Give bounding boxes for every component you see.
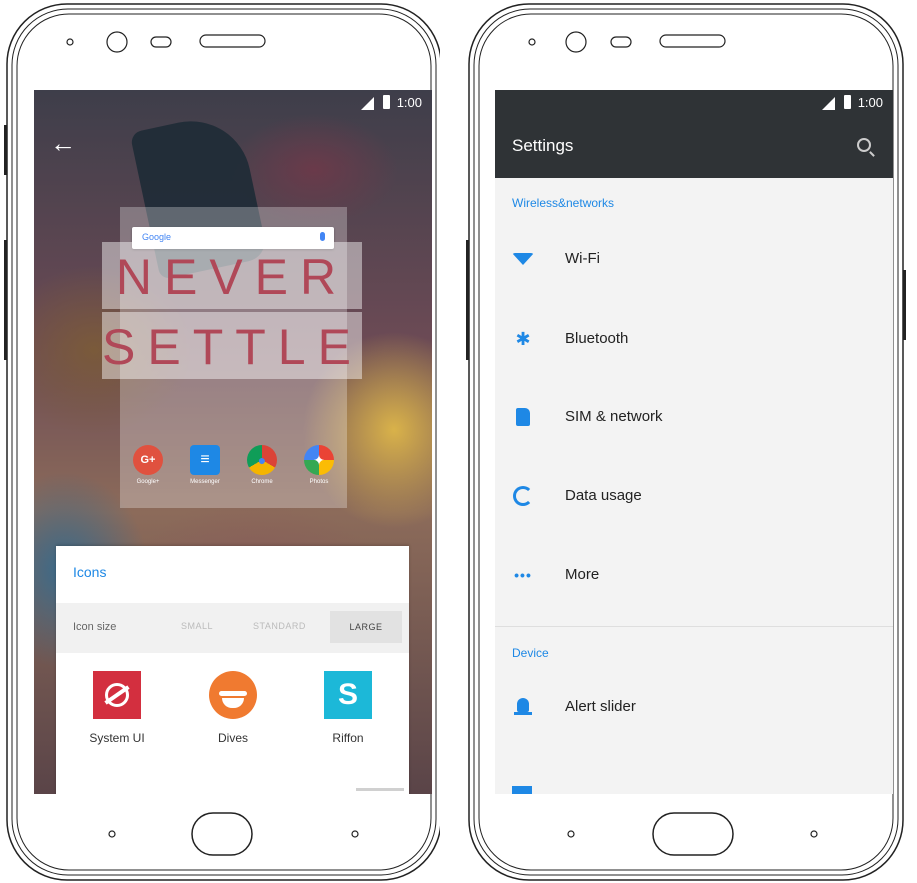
icons-panel-title: Icons [73,564,107,580]
signal-icon [822,97,835,110]
back-arrow-icon[interactable]: ← [50,130,76,156]
size-option-standard[interactable]: STANDARD [253,621,306,631]
settings-item-bluetooth[interactable]: ✱ Bluetooth [495,308,893,368]
mic-icon [320,232,325,241]
status-time: 1:00 [396,95,422,110]
dock-app-photos: ✦ Photos [291,445,347,485]
wallpaper-text-box-1: NEVER [102,242,362,309]
settings-item-wifi[interactable]: Wi-Fi [495,228,893,288]
dock-app-label: Chrome [251,479,273,485]
page-title: Settings [512,136,574,155]
settings-item-label: Alert slider [565,698,636,715]
settings-item-data-usage[interactable]: Data usage [495,465,893,525]
settings-item-sim-network[interactable]: SIM & network [495,386,893,446]
icon-size-row: Icon size SMALL STANDARD LARGE [56,603,409,653]
photos-icon: ✦ [304,445,334,475]
icon-pack-riffon[interactable]: S Riffon [303,671,393,745]
chrome-icon: ● [247,445,277,475]
left-phone: 1:00 ← Google NEVER SETTLE G+ Google+ ≡ … [0,0,440,883]
settings-item-label: SIM & network [565,408,663,425]
battery-icon [383,95,390,109]
bell-icon [512,696,534,718]
search-icon[interactable] [857,138,871,152]
system-ui-icon [93,671,141,719]
icon-pack-label: System UI [89,731,145,745]
sim-card-icon [512,406,534,428]
icon-pack-label: Dives [217,731,248,745]
settings-header: 1:00 Settings [495,90,893,178]
dock-app-google-plus: G+ Google+ [120,445,176,485]
dock-app-messenger: ≡ Messenger [177,445,233,485]
icons-panel: Icons Icon size SMALL STANDARD LARGE Sys… [56,546,409,794]
dock-app-label: Google+ [136,479,160,485]
dock-app-chrome: ● Chrome [234,445,290,485]
section-header-wireless: Wireless&networks [512,196,615,210]
section-header-device: Device [512,646,549,660]
preview-dock: G+ Google+ ≡ Messenger ● Chrome ✦ Photos [120,445,347,505]
settings-list: Wireless&networks Wi-Fi ✱ Bluetooth SIM … [495,178,893,794]
settings-item-label: Data usage [565,487,642,504]
battery-icon [844,95,851,109]
settings-item-label: More [565,566,600,583]
section-divider [495,626,893,627]
bluetooth-icon: ✱ [515,329,531,349]
google-logo: Google [142,232,172,242]
dives-icon [209,671,257,719]
settings-item-label: Wi-Fi [565,250,600,267]
launcher-screen: 1:00 ← Google NEVER SETTLE G+ Google+ ≡ … [34,90,432,794]
signal-icon [361,97,374,110]
right-phone: 1:00 Settings Wireless&networks Wi-Fi ✱ … [461,0,906,883]
riffon-icon: S [324,671,372,719]
data-usage-icon [512,485,534,507]
dock-app-label: Photos [309,479,329,485]
icon-pack-system-ui[interactable]: System UI [72,671,162,745]
wallpaper-text-box-2: SETTLE [102,312,362,379]
scrollbar[interactable] [356,788,404,791]
settings-item-more[interactable]: ••• More [495,544,893,604]
status-time: 1:00 [857,95,883,110]
size-option-small[interactable]: SMALL [181,621,213,631]
dock-app-label: Messenger [190,479,220,485]
icon-size-label: Icon size [73,621,117,633]
wallpaper-text-settle: SETTLE [102,319,363,375]
more-icon: ••• [514,567,532,583]
messenger-icon: ≡ [190,445,220,475]
status-bar: 1:00 [495,90,893,116]
size-option-large[interactable]: LARGE [330,611,402,643]
google-plus-icon: G+ [133,445,163,475]
settings-screen: 1:00 Settings Wireless&networks Wi-Fi ✱ … [495,90,893,794]
icon-pack-dives[interactable]: Dives [188,671,278,745]
wifi-icon [512,248,534,270]
partially-visible-item-icon [512,786,532,794]
settings-item-label: Bluetooth [565,330,629,347]
status-bar: 1:00 [34,90,432,116]
settings-item-alert-slider[interactable]: Alert slider [495,676,893,736]
icon-pack-label: Riffon [332,731,364,745]
wallpaper-text-never: NEVER [115,249,349,305]
